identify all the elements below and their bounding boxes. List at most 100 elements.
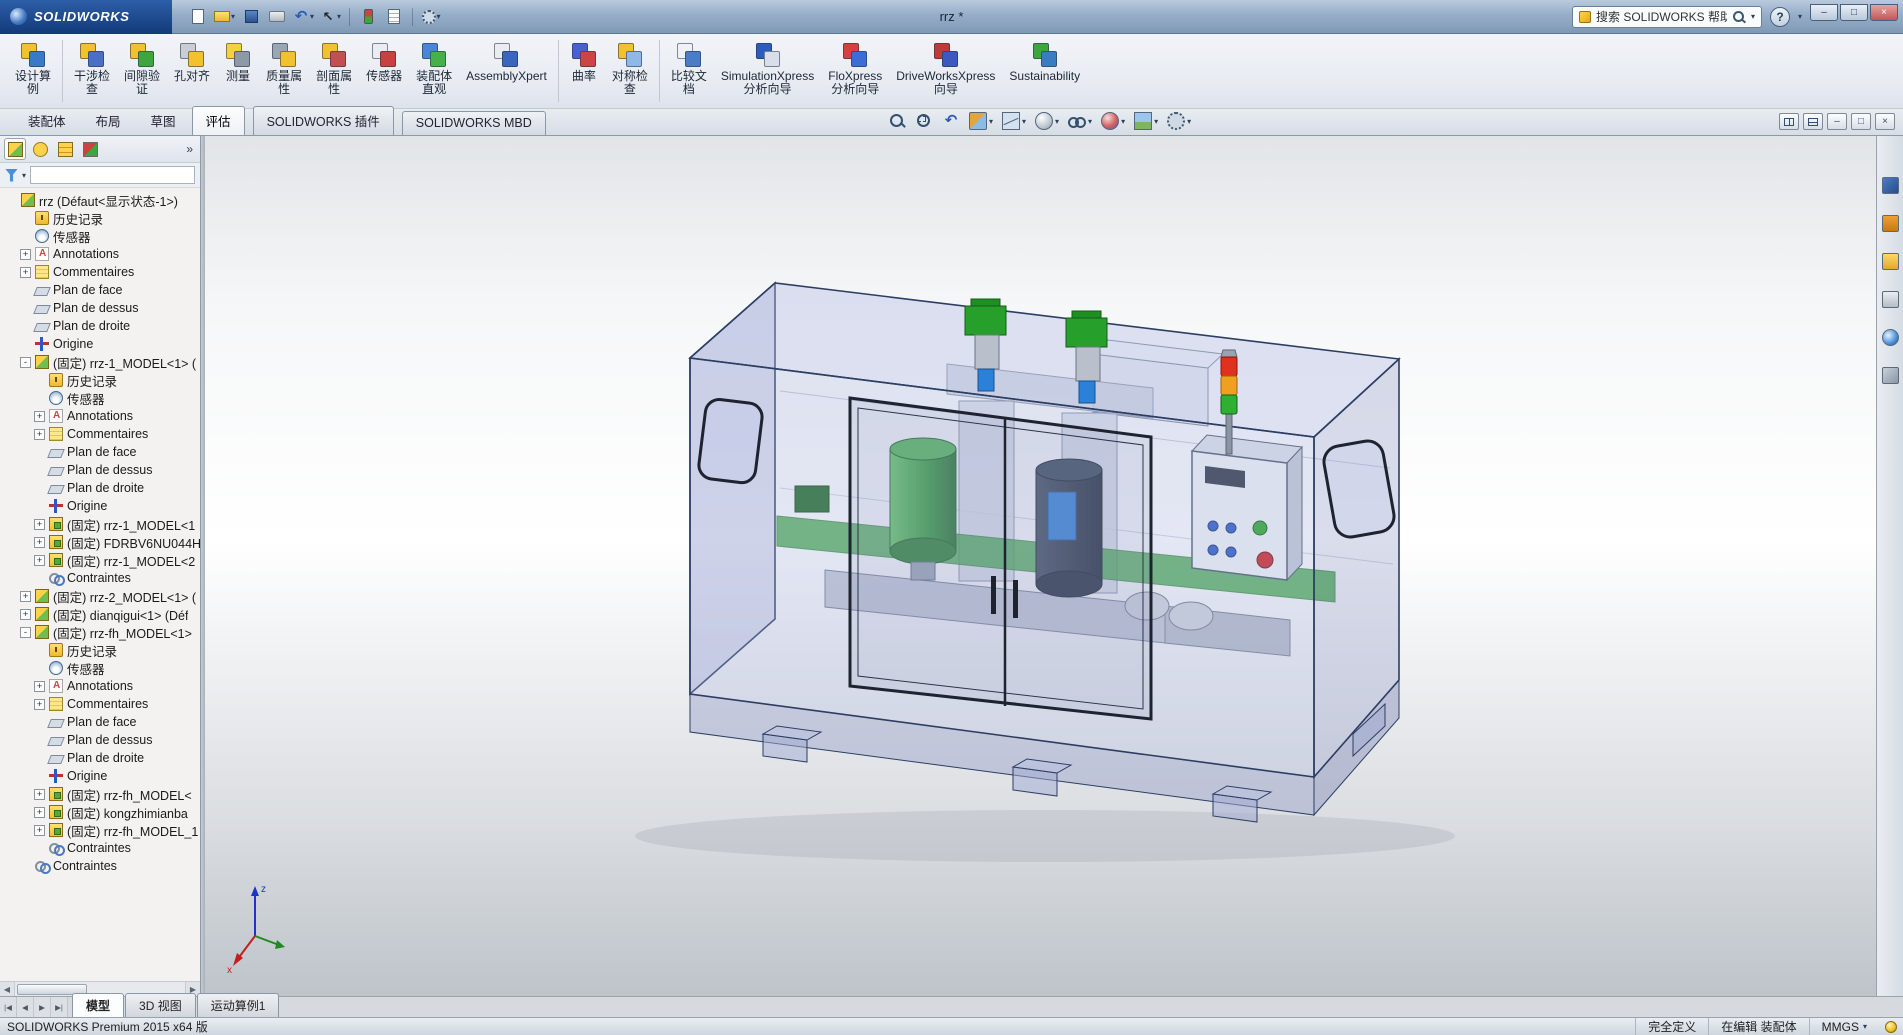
quick-tip-icon[interactable] <box>1885 1021 1897 1033</box>
hud-zoom-fit-button[interactable] <box>888 112 906 130</box>
tree-item[interactable]: 历史记录 <box>0 641 200 659</box>
tab-assembly[interactable]: 装配体 <box>14 106 80 135</box>
expander-icon[interactable]: + <box>34 825 45 836</box>
expander-icon[interactable]: + <box>34 681 45 692</box>
search-dropdown-arrow-icon[interactable]: ▾ <box>1751 12 1755 21</box>
tile-vertically-button[interactable] <box>1779 113 1799 130</box>
view-settings-dropdown-arrow-icon[interactable]: ▾ <box>1187 117 1191 126</box>
hud-edit-appearance-button[interactable]: ▾ <box>1101 112 1125 130</box>
expander-icon[interactable]: - <box>20 627 31 638</box>
expander-icon[interactable]: + <box>34 537 45 548</box>
tree-item[interactable]: -(固定) rrz-fh_MODEL<1> <box>0 623 200 641</box>
tree-item[interactable]: Contraintes <box>0 857 200 875</box>
tree-item[interactable]: +(固定) FDRBV6NU044H <box>0 533 200 551</box>
tree-item[interactable]: Plan de dessus <box>0 731 200 749</box>
qat-select-button[interactable]: ↖▾ <box>318 5 343 29</box>
expander-icon[interactable]: + <box>34 429 45 440</box>
tree-item[interactable]: +(固定) rrz-1_MODEL<1 <box>0 515 200 533</box>
expander-icon[interactable]: + <box>34 789 45 800</box>
tree-item[interactable]: Plan de droite <box>0 317 200 335</box>
units-selector[interactable]: MMGS ▾ <box>1809 1018 1879 1035</box>
hud-previous-view-button[interactable]: ↶ <box>942 112 960 130</box>
tab-sketch[interactable]: 草图 <box>137 106 190 135</box>
tree-item[interactable]: 传感器 <box>0 659 200 677</box>
expander-icon[interactable]: + <box>34 411 45 422</box>
search-input[interactable]: 搜索 SOLIDWORKS 帮助 <box>1596 8 1727 25</box>
tree-item[interactable]: +(固定) rrz-fh_MODEL< <box>0 785 200 803</box>
scroll-left-icon[interactable]: ◀ <box>0 982 15 996</box>
qat-file-properties-button[interactable] <box>382 5 406 29</box>
hud-zoom-area-button[interactable] <box>915 112 933 130</box>
ribbon-button-symmetry-check[interactable]: 对称检查 <box>605 37 655 105</box>
ribbon-button-assembly-xpert[interactable]: AssemblyXpert <box>459 37 554 105</box>
expander-icon[interactable]: + <box>34 699 45 710</box>
tile-horizontally-button[interactable] <box>1803 113 1823 130</box>
dimxpertmanager-tab[interactable] <box>79 138 101 160</box>
maximize-button[interactable]: □ <box>1840 4 1868 21</box>
options-dropdown-arrow-icon[interactable]: ▾ <box>437 12 441 21</box>
configurationmanager-tab[interactable] <box>54 138 76 160</box>
tree-item[interactable]: Plan de droite <box>0 479 200 497</box>
ribbon-button-section-properties[interactable]: 剖面属性 <box>309 37 359 105</box>
sheet-tab-3d-views[interactable]: 3D 视图 <box>125 993 196 1017</box>
ribbon-button-measure[interactable]: 测量 <box>217 37 259 105</box>
tree-item[interactable]: +(固定) rrz-2_MODEL<1> ( <box>0 587 200 605</box>
hud-apply-scene-button[interactable]: ▾ <box>1134 112 1158 130</box>
ribbon-button-mass-properties[interactable]: 质量属性 <box>259 37 309 105</box>
filter-funnel-icon[interactable] <box>5 169 18 182</box>
featuremanager-tab[interactable] <box>4 138 26 160</box>
open-document-dropdown-arrow-icon[interactable]: ▾ <box>231 12 235 21</box>
qat-save-button[interactable] <box>239 5 263 29</box>
undo-dropdown-arrow-icon[interactable]: ▾ <box>310 12 314 21</box>
filter-dropdown-arrow-icon[interactable]: ▾ <box>22 171 26 180</box>
file-explorer-button[interactable] <box>1879 250 1901 272</box>
tree-item[interactable]: Origine <box>0 497 200 515</box>
tree-item[interactable]: Plan de droite <box>0 749 200 767</box>
tree-item[interactable]: 传感器 <box>0 227 200 245</box>
machine-model[interactable] <box>205 136 1876 996</box>
hud-display-style-button[interactable]: ▾ <box>1035 112 1059 130</box>
qat-new-document-button[interactable] <box>186 5 210 29</box>
tree-item[interactable]: +(固定) dianqigui<1> (Déf <box>0 605 200 623</box>
qat-rebuild-button[interactable] <box>356 5 380 29</box>
qat-undo-button[interactable]: ↶▾ <box>291 5 316 29</box>
expander-icon[interactable]: + <box>34 555 45 566</box>
ribbon-button-compare-documents[interactable]: 比较文档 <box>664 37 714 105</box>
restore-document-button[interactable]: □ <box>1851 113 1871 130</box>
ribbon-button-assembly-visualization[interactable]: 装配体直观 <box>409 37 459 105</box>
hud-view-orientation-button[interactable]: ▾ <box>1002 112 1026 130</box>
door-handle[interactable] <box>1013 580 1018 618</box>
ribbon-button-clearance-verify[interactable]: 间隙验证 <box>117 37 167 105</box>
ribbon-button-interference-check[interactable]: 干涉检查 <box>67 37 117 105</box>
qat-open-document-button[interactable]: ▾ <box>212 5 237 29</box>
expander-icon[interactable]: + <box>20 267 31 278</box>
graphics-viewport[interactable]: z x <box>205 136 1876 996</box>
tree-item[interactable]: Contraintes <box>0 569 200 587</box>
ribbon-button-curvature[interactable]: 曲率 <box>563 37 605 105</box>
help-button[interactable]: ? <box>1770 7 1790 27</box>
tab-layout[interactable]: 布局 <box>82 106 135 135</box>
apply-scene-dropdown-arrow-icon[interactable]: ▾ <box>1154 117 1158 126</box>
tree-item[interactable]: Origine <box>0 335 200 353</box>
tree-item[interactable]: Origine <box>0 767 200 785</box>
ribbon-button-hole-alignment[interactable]: 孔对齐 <box>167 37 217 105</box>
edit-appearance-dropdown-arrow-icon[interactable]: ▾ <box>1121 117 1125 126</box>
minimize-button[interactable]: – <box>1810 4 1838 21</box>
tab-solidworks-mbd[interactable]: SOLIDWORKS MBD <box>402 111 546 135</box>
tab-evaluate[interactable]: 评估 <box>192 106 245 135</box>
sheet-tab-model[interactable]: 模型 <box>72 993 124 1017</box>
ribbon-button-sensor[interactable]: 传感器 <box>359 37 409 105</box>
expander-icon[interactable]: + <box>20 609 31 620</box>
tree-filter-input[interactable] <box>30 166 195 184</box>
hud-hide-show-items-button[interactable]: ▾ <box>1068 112 1092 130</box>
ribbon-button-simulationxpress-wizard[interactable]: SimulationXpress分析向导 <box>714 37 821 105</box>
expander-icon[interactable]: + <box>20 249 31 260</box>
sheet-nav-prev-button[interactable]: ◀ <box>17 997 34 1017</box>
select-dropdown-arrow-icon[interactable]: ▾ <box>337 12 341 21</box>
expander-icon[interactable]: + <box>20 591 31 602</box>
ribbon-button-floxpress-wizard[interactable]: FloXpress分析向导 <box>821 37 889 105</box>
tree-item[interactable]: Contraintes <box>0 839 200 857</box>
front-sliding-doors[interactable] <box>850 398 1151 719</box>
search-icon[interactable] <box>1732 10 1746 24</box>
hud-view-settings-button[interactable]: ▾ <box>1167 112 1191 130</box>
